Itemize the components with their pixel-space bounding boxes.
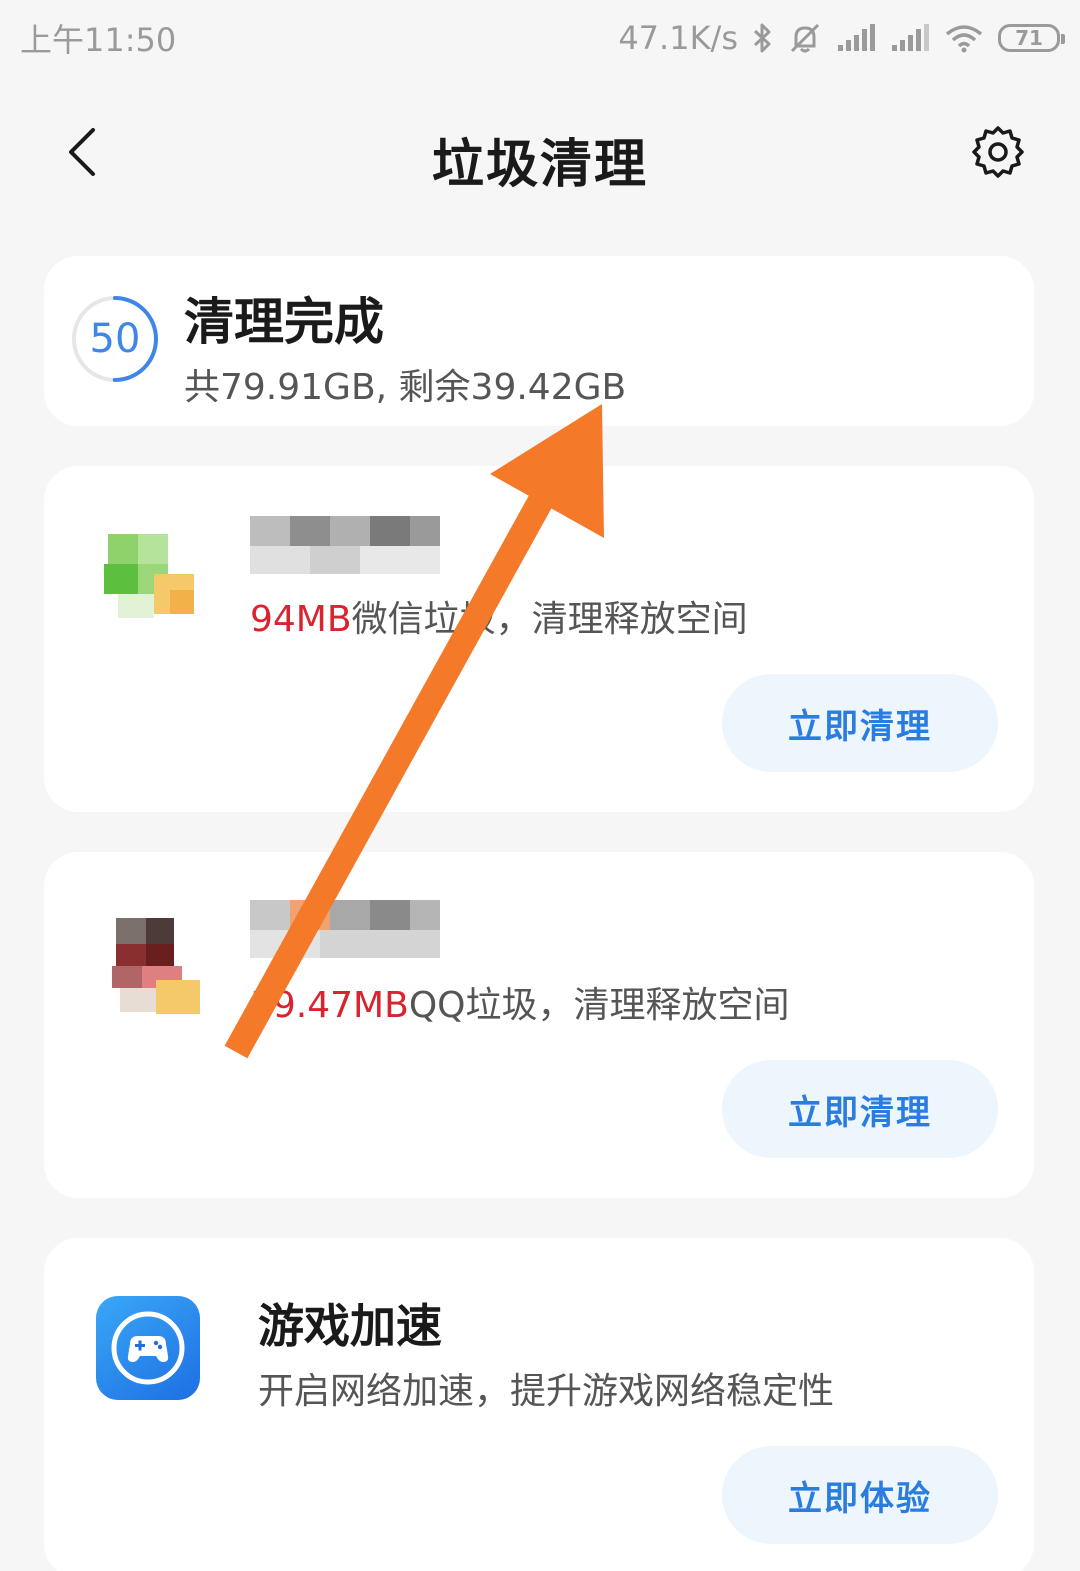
bluetooth-icon <box>753 23 771 53</box>
wechat-name-blurred <box>250 516 450 576</box>
wechat-app-icon <box>104 534 200 630</box>
battery-icon: 71 <box>998 24 1065 52</box>
status-bar: 上午11:50 47.1K/s 71 <box>0 0 1080 76</box>
qq-junk-text: QQ垃圾，清理释放空间 <box>408 985 790 1026</box>
battery-level: 71 <box>1015 26 1043 50</box>
qq-app-icon <box>112 918 208 1014</box>
score-value: 50 <box>89 316 141 362</box>
wifi-icon <box>945 25 983 53</box>
game-boost-button[interactable]: 立即体验 <box>722 1446 998 1544</box>
storage-info: 共79.91GB, 剩余39.42GB <box>184 367 627 408</box>
gamepad-icon <box>111 1311 185 1385</box>
signal-icon <box>838 24 875 51</box>
qq-junk-amount: 59.47MB <box>250 985 409 1026</box>
qq-clean-button[interactable]: 立即清理 <box>722 1060 998 1158</box>
app-header: 垃圾清理 <box>0 100 1080 210</box>
page-title: 垃圾清理 <box>431 135 648 195</box>
game-boost-title: 游戏加速 <box>258 1299 442 1353</box>
qq-junk-desc: 59.47MBQQ垃圾，清理释放空间 <box>250 976 790 1028</box>
wechat-junk-desc: 94MB微信垃圾，清理释放空间 <box>250 590 748 642</box>
network-speed: 47.1K/s <box>618 19 738 57</box>
wechat-clean-button[interactable]: 立即清理 <box>722 674 998 772</box>
game-boost-app-icon <box>96 1296 200 1400</box>
mute-bell-icon <box>790 23 820 53</box>
wechat-junk-text: 微信垃圾，清理释放空间 <box>351 599 748 640</box>
status-icons: 47.1K/s 71 <box>618 19 1065 57</box>
qq-name-blurred <box>250 900 450 960</box>
settings-button[interactable] <box>968 122 1028 182</box>
game-boost-desc: 开启网络加速，提升游戏网络稳定性 <box>258 1371 835 1412</box>
signal-icon-2 <box>892 24 929 51</box>
gear-icon <box>972 126 1024 178</box>
wechat-junk-amount: 94MB <box>250 599 352 640</box>
summary-title: 清理完成 <box>184 293 384 351</box>
status-time: 上午11:50 <box>20 21 177 59</box>
